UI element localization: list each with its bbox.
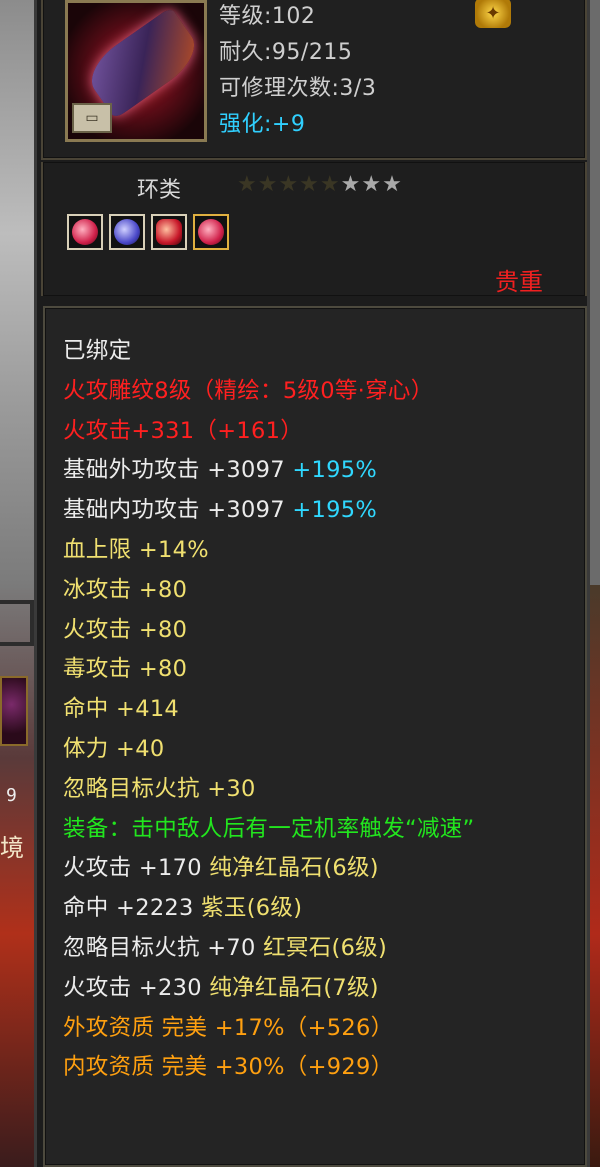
background-scene-right (590, 585, 600, 1167)
base-inner-attack: 基础内功攻击 +3097 +195% (63, 491, 583, 531)
aptitude-line: 内攻资质 完美 +30%（+929） (63, 1054, 394, 1081)
item-level: 等级:102 (219, 4, 316, 29)
item-header-panel: ▭ 等级:102 耐久:95/215 可修理次数:3/3 强化:+9 ✦ (41, 0, 587, 160)
side-item-icon[interactable] (0, 676, 28, 746)
gem-name: 纯净红晶石(6级) (209, 855, 379, 882)
star-dim-icon: ★★★★★ (237, 172, 341, 197)
item-tooltip: ▭ 等级:102 耐久:95/215 可修理次数:3/3 强化:+9 ✦ 环类 … (34, 0, 590, 1167)
base-outer-attack: 基础外功攻击 +3097 +195% (63, 451, 583, 491)
item-enhance: 强化:+9 (219, 106, 305, 138)
star-rating: ★★★★★★★★ (237, 172, 403, 197)
engraving-line: 火攻雕纹8级（精绘：5级0等·穿心） (63, 377, 434, 404)
stat-line: 命中 +414 (63, 696, 180, 723)
stat-line: 火攻击 +80 (63, 616, 188, 643)
enhance-label: 强化: (219, 112, 272, 137)
gem-stat: 火攻击 +230 (63, 974, 202, 1001)
stat-line: 冰攻击 +80 (63, 576, 188, 603)
fire-attack-main: 火攻击+331（+161） (63, 417, 303, 444)
stat-label: 基础外功攻击 +3097 (63, 457, 285, 484)
red-gem-icon[interactable] (67, 214, 103, 250)
blue-gem-icon[interactable] (109, 214, 145, 250)
gem-stat-line: 忽略目标火抗 +70 红冥石(6级) (63, 929, 583, 969)
gem-stat: 忽略目标火抗 +70 (63, 934, 256, 961)
frame-bracket (0, 600, 34, 646)
side-glyph: 境 (0, 834, 24, 862)
gem-stat: 命中 +2223 (63, 895, 194, 922)
bound-lock-icon: ▭ (72, 103, 112, 133)
gem-sockets (67, 214, 229, 250)
item-icon[interactable]: ▭ (65, 0, 207, 142)
side-number: 9 (6, 785, 17, 806)
red-gem-icon[interactable] (151, 214, 187, 250)
stat-bonus: +195% (284, 457, 378, 484)
bound-status: 已绑定 (63, 338, 132, 364)
item-stats-panel: 已绑定 火攻雕纹8级（精绘：5级0等·穿心） 火攻击+331（+161） 基础外… (43, 306, 587, 1167)
stat-bonus: +195% (284, 497, 378, 524)
stat-line: 血上限 +14% (63, 536, 209, 563)
stat-line: 忽略目标火抗 +30 (63, 775, 256, 802)
gold-emblem-icon: ✦ (475, 0, 511, 28)
gem-name: 紫玉(6级) (201, 895, 303, 922)
aptitude-line: 外攻资质 完美 +17%（+526） (63, 1014, 394, 1041)
red-gem-icon[interactable] (193, 214, 229, 250)
equip-effect: 装备：击中敌人后有一定机率触发“减速” (63, 815, 475, 842)
stat-line: 毒攻击 +80 (63, 656, 188, 683)
stat-line: 体力 +40 (63, 735, 165, 762)
gem-name: 红冥石(6级) (263, 934, 388, 961)
item-durability: 耐久:95/215 (219, 40, 353, 65)
item-repair-count: 可修理次数:3/3 (219, 76, 377, 101)
stat-label: 基础内功攻击 +3097 (63, 497, 285, 524)
gem-stat-line: 命中 +2223 紫玉(6级) (63, 889, 583, 929)
star-lit-icon: ★★★ (340, 172, 403, 197)
item-category: 环类 (137, 178, 182, 203)
enhance-value: +9 (271, 112, 306, 137)
item-rarity: 贵重 (495, 268, 543, 296)
gem-stat: 火攻击 +170 (63, 855, 202, 882)
gem-stat-line: 火攻击 +230 纯净红晶石(7级) (63, 969, 583, 1009)
gem-name: 纯净红晶石(7级) (209, 974, 379, 1001)
gem-stat-line: 火攻击 +170 纯净红晶石(6级) (63, 849, 583, 889)
